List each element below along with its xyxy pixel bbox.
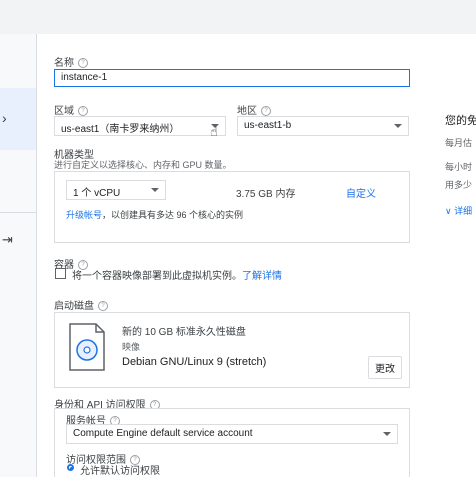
caret-down-icon — [394, 124, 402, 128]
learn-more-link[interactable]: 了解详情 — [242, 271, 282, 282]
change-button[interactable]: 更改 — [368, 356, 402, 379]
service-account-select[interactable]: Compute Engine default service account — [66, 424, 398, 444]
help-icon[interactable]: ? — [78, 58, 88, 69]
exit-icon[interactable]: ⇥ — [2, 233, 13, 248]
upgrade-text: ，以创建具有多达 96 个核心的实例 — [102, 210, 244, 220]
zone-select-value: us-east1-b — [244, 120, 292, 131]
name-input-value: instance-1 — [61, 72, 108, 83]
container-checkbox[interactable] — [55, 268, 66, 279]
right-panel-line3: 用多少 — [445, 180, 473, 190]
disk-icon — [69, 323, 105, 371]
vcpu-select[interactable]: 1 个 vCPU — [66, 180, 166, 200]
chevron-right-icon[interactable]: › — [2, 110, 7, 126]
caret-down-icon — [151, 188, 159, 192]
customize-link[interactable]: 自定义 — [346, 185, 376, 200]
upgrade-line: 升级帐号，以创建具有多达 96 个核心的实例 — [66, 208, 243, 221]
container-checkbox-label: 将一个容器映像部署到此虚拟机实例。了解详情 — [72, 271, 282, 282]
right-panel-line2: 每小时 — [445, 162, 473, 172]
access-scope-option: 允许默认访问权限 — [80, 466, 160, 477]
region-select-value: us-east1（南卡罗来纳州） — [61, 124, 180, 135]
machine-type-subtitle: 进行自定义以选择核心、内存和 GPU 数量。 — [54, 160, 232, 170]
zone-select[interactable]: us-east1-b — [237, 116, 409, 136]
region-select[interactable]: us-east1（南卡罗来纳州） — [54, 116, 226, 136]
chevron-down-icon: ∨ — [445, 206, 452, 216]
access-scope-radio[interactable] — [67, 464, 74, 471]
vcpu-select-value: 1 个 vCPU — [73, 188, 121, 199]
right-panel-title: 您的免 — [445, 115, 476, 127]
caret-down-icon — [383, 432, 391, 436]
help-icon[interactable]: ? — [98, 301, 108, 312]
service-account-value: Compute Engine default service account — [73, 428, 253, 439]
cursor-hand-icon: ☝ — [210, 124, 218, 139]
nav-divider — [0, 212, 36, 213]
memory-text: 3.75 GB 内存 — [236, 189, 296, 200]
upgrade-link[interactable]: 升级帐号 — [66, 210, 102, 220]
details-link[interactable]: ∨ 详细 — [445, 204, 472, 217]
disk-image-label: 映像 — [122, 342, 141, 352]
help-icon[interactable]: ? — [78, 106, 88, 117]
boot-disk-label: 启动磁盘? — [54, 297, 108, 312]
help-icon[interactable]: ? — [261, 106, 271, 117]
name-input[interactable]: instance-1 — [54, 69, 410, 87]
name-label: 名称? — [54, 54, 88, 69]
top-bar — [0, 0, 476, 34]
disk-title: 新的 10 GB 标准永久性磁盘 — [122, 327, 246, 338]
disk-image-value: Debian GNU/Linux 9 (stretch) — [122, 356, 267, 368]
zone-label: 地区? — [237, 102, 271, 117]
region-label: 区域? — [54, 102, 88, 117]
right-panel-line1: 每月估 — [445, 138, 473, 148]
